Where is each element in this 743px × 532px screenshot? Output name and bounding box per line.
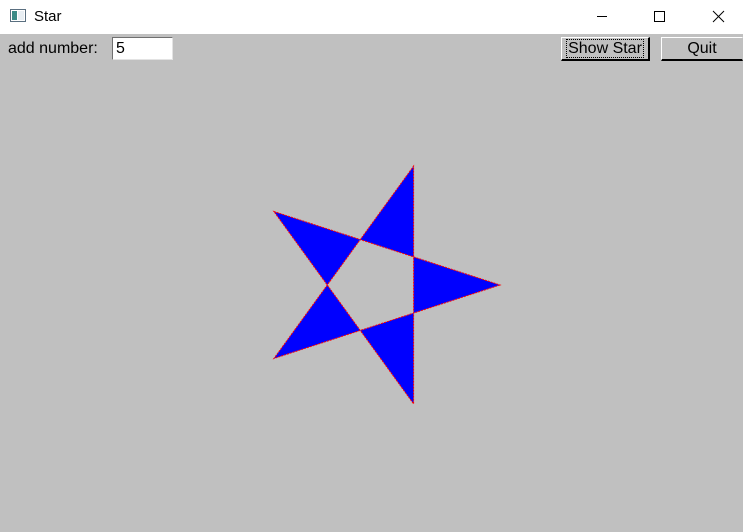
close-button[interactable] bbox=[689, 0, 743, 34]
star-window: Star add number: Show Star Quit bbox=[0, 0, 743, 532]
maximize-icon bbox=[654, 11, 665, 22]
window-title: Star bbox=[34, 8, 62, 25]
close-icon bbox=[712, 10, 725, 23]
quit-button[interactable]: Quit bbox=[661, 37, 743, 61]
number-input[interactable] bbox=[112, 37, 173, 60]
drawing-canvas bbox=[272, 164, 502, 406]
show-star-button[interactable]: Show Star bbox=[561, 37, 650, 61]
minimize-icon bbox=[597, 16, 607, 17]
minimize-button[interactable] bbox=[574, 0, 630, 34]
title-bar[interactable]: Star bbox=[0, 0, 743, 34]
star-shape bbox=[272, 164, 502, 406]
app-icon bbox=[10, 9, 26, 22]
show-star-label: Show Star bbox=[566, 39, 644, 58]
maximize-button[interactable] bbox=[631, 0, 687, 34]
add-number-label: add number: bbox=[8, 40, 98, 57]
